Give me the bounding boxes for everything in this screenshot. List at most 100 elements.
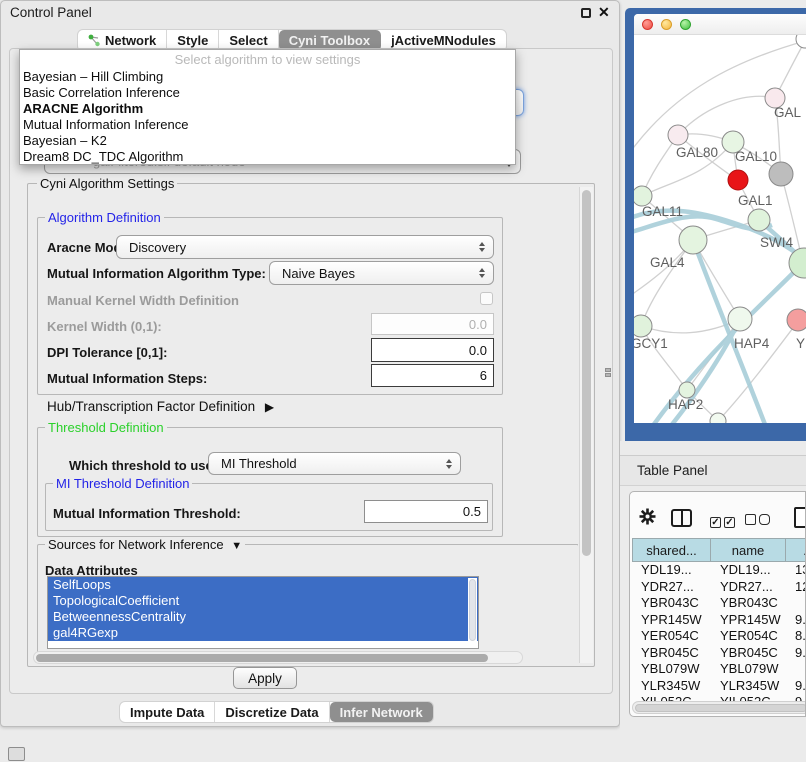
algorithm-definition-title: Algorithm Definition bbox=[45, 210, 164, 225]
table-header-row: shared... name A bbox=[632, 538, 806, 562]
algorithm-dropdown-popup: Select algorithm to view settings Bayesi… bbox=[19, 49, 516, 165]
combo-spinner-icon bbox=[442, 459, 455, 469]
gear-icon[interactable] bbox=[639, 508, 656, 525]
svg-text:GAL10: GAL10 bbox=[735, 149, 777, 164]
algorithm-option-selected[interactable]: ARACNE Algorithm bbox=[20, 101, 515, 117]
kernel-width-field[interactable]: 0.0 bbox=[371, 313, 494, 335]
mi-algorithm-type-label: Mutual Information Algorithm Type: bbox=[47, 266, 266, 281]
algorithm-option[interactable]: Bayesian – K2 bbox=[20, 133, 515, 149]
svg-text:GAL80: GAL80 bbox=[676, 145, 718, 160]
mi-threshold-label: Mutual Information Threshold: bbox=[53, 506, 241, 521]
tab-infer-network[interactable]: Infer Network bbox=[330, 702, 433, 722]
data-attributes-list: SelfLoops TopologicalCoefficient Between… bbox=[47, 576, 479, 649]
table-row[interactable]: YBR043CYBR043C bbox=[632, 595, 806, 612]
split-panel-icon[interactable] bbox=[671, 509, 692, 527]
float-window-icon[interactable] bbox=[581, 8, 591, 18]
network-window-titlebar[interactable] bbox=[634, 14, 806, 35]
svg-text:GAL11: GAL11 bbox=[642, 204, 683, 219]
table-panel-title: Table Panel bbox=[637, 463, 708, 478]
node-salmon[interactable] bbox=[787, 309, 806, 331]
control-panel-title: Control Panel bbox=[10, 5, 92, 20]
mi-threshold-title: MI Threshold Definition bbox=[53, 476, 192, 491]
node-hap2[interactable] bbox=[679, 382, 695, 398]
tab-discretize-data[interactable]: Discretize Data bbox=[215, 702, 329, 722]
close-traffic-light[interactable] bbox=[642, 19, 653, 30]
node-selected-red[interactable] bbox=[728, 170, 748, 190]
panel-divider-grip[interactable] bbox=[605, 368, 613, 380]
sources-group-title[interactable]: Sources for Network Inference ▼ bbox=[45, 537, 245, 552]
dpi-tolerance-field[interactable]: 0.0 bbox=[371, 338, 494, 362]
dpi-tolerance-label: DPI Tolerance [0,1]: bbox=[47, 345, 167, 360]
node-gal11[interactable] bbox=[634, 186, 652, 206]
column-header-shared-name[interactable]: shared... bbox=[632, 538, 711, 562]
settings-horizontal-scrollbar[interactable] bbox=[33, 651, 523, 664]
which-threshold-label: Which threshold to use: bbox=[69, 458, 217, 473]
svg-text:GCY1: GCY1 bbox=[634, 336, 668, 351]
table-row[interactable]: YDL19...YDL19...13 bbox=[632, 562, 806, 579]
node-table: shared... name A YDL19...YDL19...13 YDR2… bbox=[632, 538, 806, 711]
table-row[interactable]: YER054CYER054C8. bbox=[632, 628, 806, 645]
settings-group-title: Cyni Algorithm Settings bbox=[37, 176, 177, 191]
svg-text:SWI4: SWI4 bbox=[760, 235, 793, 250]
algorithm-placeholder: Select algorithm to view settings bbox=[20, 50, 515, 69]
attribute-item-selected[interactable]: BetweennessCentrality bbox=[48, 609, 478, 625]
mi-threshold-field[interactable]: 0.5 bbox=[364, 500, 488, 523]
column-header-name[interactable]: name bbox=[711, 538, 786, 562]
node-gray[interactable] bbox=[769, 162, 793, 186]
collapse-down-arrow-icon: ▼ bbox=[231, 540, 242, 552]
zoom-traffic-light[interactable] bbox=[680, 19, 691, 30]
table-row[interactable]: YDR27...YDR27...12 bbox=[632, 579, 806, 596]
mi-steps-label: Mutual Information Steps: bbox=[47, 371, 207, 386]
table-horizontal-scrollbar[interactable] bbox=[632, 701, 806, 714]
mi-algorithm-type-combobox[interactable]: Naive Bayes bbox=[269, 261, 494, 285]
table-row[interactable]: YLR345WYLR345W9. bbox=[632, 678, 806, 695]
node-partial-top[interactable] bbox=[796, 35, 806, 48]
aracne-mode-combobox[interactable]: Discovery bbox=[116, 235, 494, 259]
attribute-item-selected[interactable]: TopologicalCoefficient bbox=[48, 593, 478, 609]
node-gal1[interactable] bbox=[748, 209, 770, 231]
svg-text:GAL1: GAL1 bbox=[738, 193, 773, 208]
algorithm-option[interactable]: Dream8 DC_TDC Algorithm bbox=[20, 149, 515, 165]
cyni-mode-tabs: Impute Data Discretize Data Infer Networ… bbox=[119, 701, 434, 723]
network-icon bbox=[88, 34, 101, 47]
node-gcy1[interactable] bbox=[634, 315, 652, 337]
collapsed-panel-icon[interactable] bbox=[8, 747, 25, 761]
table-panel-titlebar: Table Panel bbox=[620, 455, 806, 486]
node-gal80[interactable] bbox=[668, 125, 688, 145]
attribute-item-selected[interactable]: gal4RGexp bbox=[48, 625, 478, 641]
svg-text:Y: Y bbox=[796, 336, 805, 351]
mi-steps-field[interactable]: 6 bbox=[371, 364, 494, 387]
algorithm-option[interactable]: Basic Correlation Inference bbox=[20, 85, 515, 101]
node-gal4[interactable] bbox=[679, 226, 707, 254]
algorithm-option[interactable]: Mutual Information Inference bbox=[20, 117, 515, 133]
table-function-icon[interactable] bbox=[794, 507, 806, 528]
table-row[interactable]: YPR145WYPR145W9. bbox=[632, 612, 806, 629]
attribute-item-selected[interactable]: SelfLoops bbox=[48, 577, 478, 593]
hub-definition-expander[interactable]: Hub/Transcription Factor Definition ▶ bbox=[47, 399, 274, 414]
settings-vertical-scrollbar[interactable] bbox=[579, 187, 593, 663]
close-icon[interactable]: ✕ bbox=[598, 4, 610, 21]
attributes-scrollbar[interactable] bbox=[468, 578, 477, 648]
algorithm-option[interactable]: Bayesian – Hill Climbing bbox=[20, 69, 515, 85]
node-hap4[interactable] bbox=[728, 307, 752, 331]
manual-kernel-width-checkbox[interactable] bbox=[480, 292, 493, 305]
expander-right-arrow-icon: ▶ bbox=[265, 400, 274, 414]
network-nodes bbox=[634, 35, 806, 423]
svg-text:GAL: GAL bbox=[774, 105, 802, 120]
network-graph: GAL GAL80 GAL10 GAL11 GAL1 GAL4 SWI4 GCY… bbox=[634, 35, 806, 423]
apply-button[interactable]: Apply bbox=[233, 667, 297, 689]
table-row[interactable]: YBR045CYBR045C9. bbox=[632, 645, 806, 662]
network-canvas[interactable]: GAL GAL80 GAL10 GAL11 GAL1 GAL4 SWI4 GCY… bbox=[634, 35, 806, 423]
column-header-partial[interactable]: A bbox=[786, 538, 806, 562]
svg-text:HAP4: HAP4 bbox=[734, 336, 770, 351]
network-window: GAL GAL80 GAL10 GAL11 GAL1 GAL4 SWI4 GCY… bbox=[634, 14, 806, 423]
combo-spinner-icon bbox=[475, 268, 488, 278]
minimize-traffic-light[interactable] bbox=[661, 19, 672, 30]
which-threshold-combobox[interactable]: MI Threshold bbox=[208, 452, 461, 475]
select-all-checks-icon[interactable]: ✓✓ bbox=[710, 512, 735, 530]
tab-impute-data[interactable]: Impute Data bbox=[120, 702, 215, 722]
control-panel-window: Control Panel ✕ Network Style Select Cyn… bbox=[0, 0, 620, 727]
table-panel-window: ✓✓ shared... name A YDL19...YDL19...13 Y… bbox=[629, 491, 806, 717]
deselect-all-checks-icon[interactable] bbox=[745, 512, 770, 530]
table-row[interactable]: YBL079WYBL079W bbox=[632, 661, 806, 678]
